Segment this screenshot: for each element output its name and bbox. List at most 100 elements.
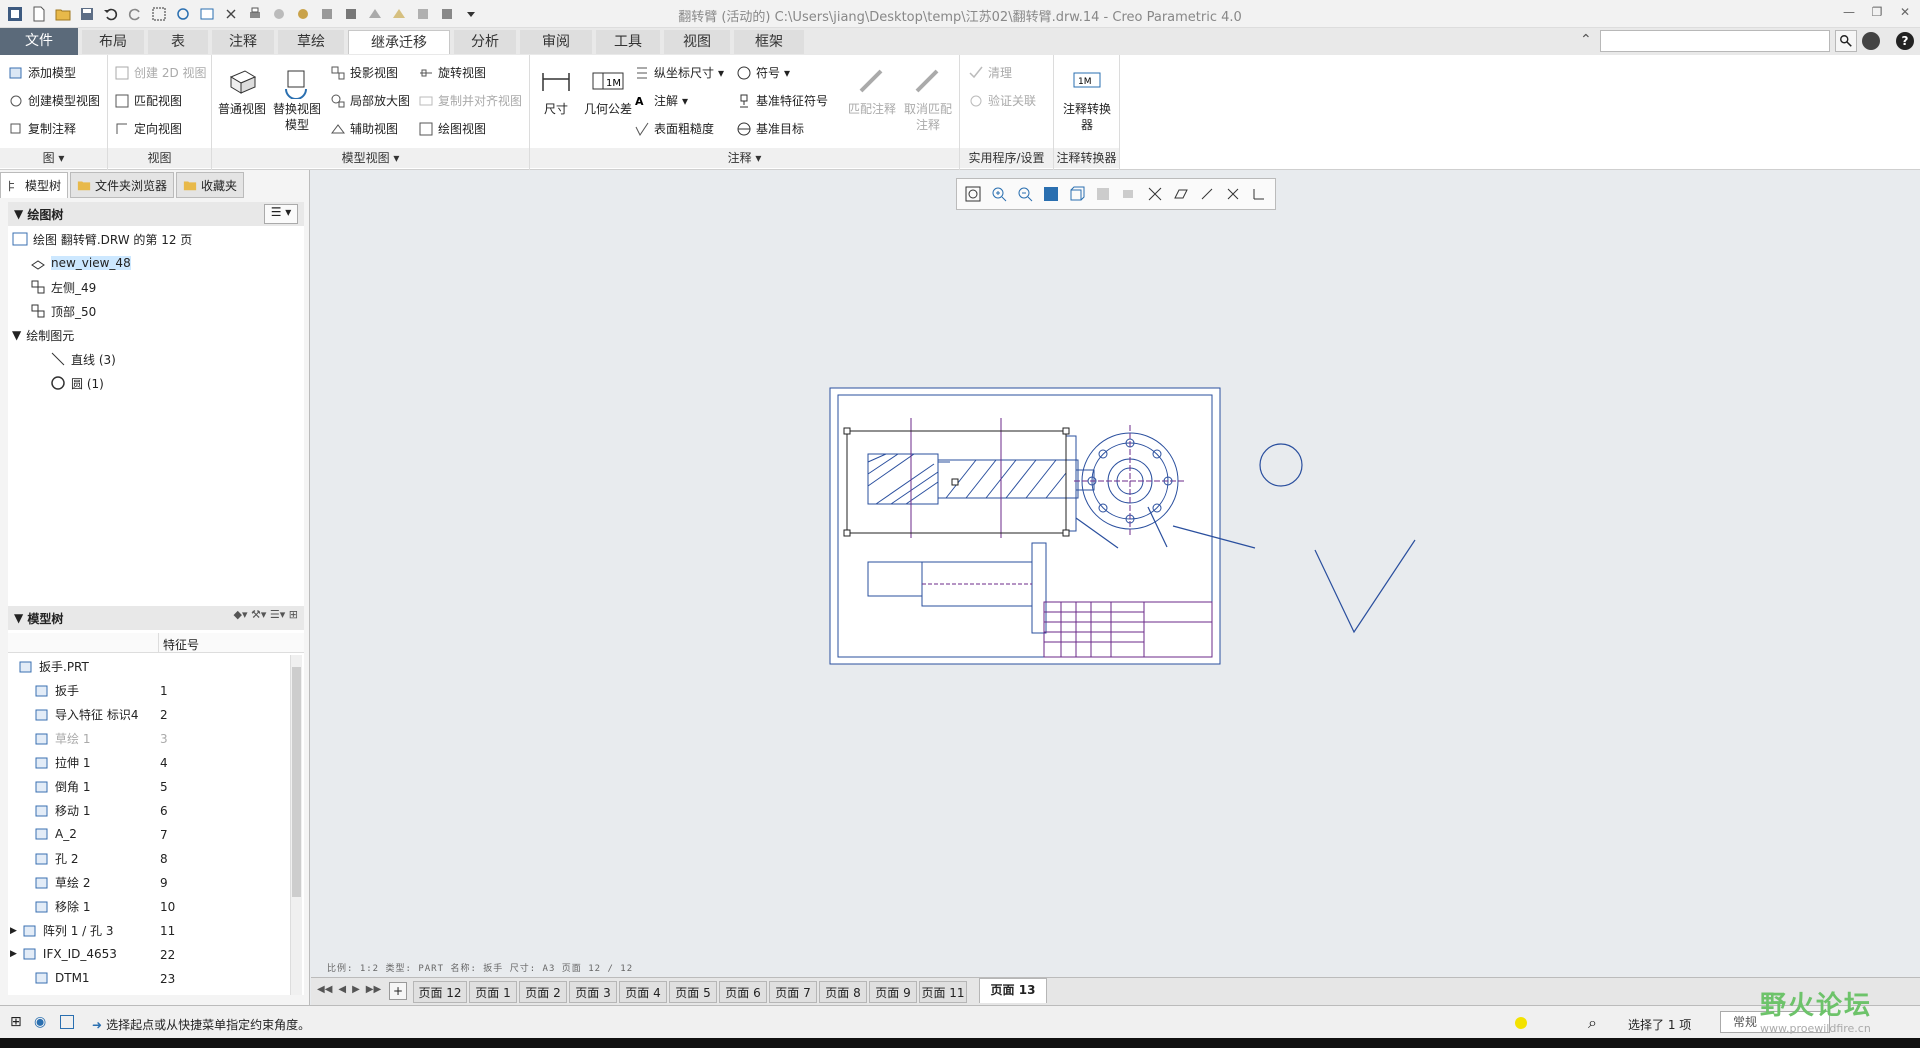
model-tree-row[interactable]: DTM1 23	[8, 967, 290, 991]
model-tree-row[interactable]: 扳手.PRT	[8, 655, 290, 679]
model-tree-row[interactable]: ▶ 阵列 1 / 孔 3 11	[8, 919, 290, 943]
copy-annotation-button[interactable]: 复制注释	[8, 120, 76, 137]
tab-analysis[interactable]: 分析	[454, 30, 516, 54]
tab-favorites[interactable]: 收藏夹	[176, 172, 245, 198]
tab-model-tree[interactable]: 模型树	[0, 172, 69, 198]
sheet-tab[interactable]: 页面 6	[719, 981, 767, 1003]
csys-display-icon[interactable]	[1247, 182, 1271, 206]
expand-icon[interactable]: ▶	[10, 949, 17, 959]
repaint-icon[interactable]	[1039, 182, 1063, 206]
model-tree-row[interactable]: 拉伸 1 4	[8, 751, 290, 775]
auxiliary-view-button[interactable]: 辅助视图	[330, 120, 398, 137]
model-tree-row[interactable]: 移除 1 10	[8, 895, 290, 919]
model-tree-row[interactable]: ▶ IFX_ID_4653 22	[8, 943, 290, 967]
copy-align-view-button[interactable]: 复制并对齐视图	[418, 92, 522, 109]
zoom-in-icon[interactable]	[987, 182, 1011, 206]
cleanup-button[interactable]: 清理	[968, 64, 1012, 81]
sheet-tab[interactable]: 页面 11	[919, 981, 967, 1003]
community-icon[interactable]	[1862, 32, 1880, 50]
model-tree-row[interactable]: 孔 2 8	[8, 847, 290, 871]
browser-toggle-icon[interactable]: ◉	[34, 1014, 46, 1030]
tab-view[interactable]: 视图	[664, 30, 730, 54]
tab-frame[interactable]: 框架	[734, 30, 804, 54]
expand-icon[interactable]: ▶	[10, 926, 17, 936]
minimize-icon[interactable]: —	[1838, 2, 1860, 22]
model-tree-row[interactable]: A_2 7	[8, 823, 290, 847]
add-sheet-button[interactable]: +	[389, 982, 407, 1000]
model-tree-row[interactable]: 导入特征 标识4 2	[8, 703, 290, 727]
model-tree-row[interactable]: 草绘 1 3	[8, 727, 290, 751]
point-display-icon[interactable]	[1221, 182, 1245, 206]
ordinate-dimension-button[interactable]: 纵坐标尺寸 ▾	[634, 64, 724, 81]
sheet-tab[interactable]: 页面 4	[619, 981, 667, 1003]
create-2d-view-button[interactable]: 创建 2D 视图	[114, 64, 207, 81]
close-icon[interactable]: ✕	[1894, 2, 1916, 22]
zoom-out-icon[interactable]	[1013, 182, 1037, 206]
refit-icon[interactable]	[961, 182, 985, 206]
tab-tools[interactable]: 工具	[596, 30, 660, 54]
collapse-model-tree-icon[interactable]: ▼	[14, 611, 23, 625]
tree-item-new-view-48[interactable]: new_view_48	[30, 252, 131, 274]
symbol-button[interactable]: 符号 ▾	[736, 64, 790, 81]
model-tree-row[interactable]: 扳手 1	[8, 679, 290, 703]
model-tree-scrollbar[interactable]	[290, 655, 302, 995]
sheet-tab[interactable]: 页面 12	[413, 981, 467, 1003]
display-style-icon[interactable]	[1065, 182, 1089, 206]
group-label-annotations[interactable]: 注释 ▾	[530, 148, 959, 168]
tab-review[interactable]: 审阅	[520, 30, 592, 54]
collapse-ribbon-icon[interactable]: ⌃	[1580, 32, 1592, 48]
surface-finish-button[interactable]: 表面粗糙度	[634, 120, 714, 137]
model-tree-row[interactable]: 草绘 2 9	[8, 871, 290, 895]
annotation-converter-button[interactable]: 1M 注释转换器	[1058, 65, 1116, 133]
sheet-tab[interactable]: 页面 7	[769, 981, 817, 1003]
tree-item-left-49[interactable]: 左侧_49	[30, 276, 96, 298]
graphics-canvas[interactable]: 比例: 1:2 类型: PART 名称: 扳手 尺寸: A3 页面 12 / 1…	[311, 170, 1920, 977]
plane-display-icon[interactable]	[1169, 182, 1193, 206]
group-label-drawing[interactable]: 图 ▾	[0, 148, 107, 168]
replace-view-model-button[interactable]: 替换视图 模型	[272, 65, 322, 133]
display-option-icon[interactable]	[1117, 182, 1141, 206]
navigator-toggle-icon[interactable]: ⊞	[10, 1014, 22, 1030]
note-button[interactable]: A 注解 ▾	[634, 92, 688, 109]
detailed-view-button[interactable]: 局部放大图	[330, 92, 410, 109]
sheet-tab[interactable]: 页面 13	[979, 978, 1047, 1003]
model-tree-tools-icon[interactable]: ◆▾ ⚒▾ ☰▾ ⊞	[234, 608, 298, 621]
tree-item-top-50[interactable]: 顶部_50	[30, 300, 96, 322]
model-tree-scroll-thumb[interactable]	[292, 667, 301, 897]
add-model-button[interactable]: 添加模型	[8, 64, 76, 81]
tab-annotate[interactable]: 注释	[212, 30, 274, 54]
tab-layout[interactable]: 布局	[82, 30, 144, 54]
tab-sketch[interactable]: 草绘	[278, 30, 344, 54]
unmatch-annotation-button[interactable]: 取消匹配 注释	[900, 65, 956, 133]
sheet-tab[interactable]: 页面 5	[669, 981, 717, 1003]
dimension-button[interactable]: 尺寸	[534, 65, 578, 117]
tab-file[interactable]: 文件	[0, 28, 78, 55]
match-view-button[interactable]: 匹配视图	[114, 92, 182, 109]
geometric-tolerance-button[interactable]: 1M 几何公差	[578, 65, 638, 117]
tab-legacy-migration[interactable]: 继承迁移	[348, 30, 450, 54]
sheet-setup-icon[interactable]	[1091, 182, 1115, 206]
model-tree-row[interactable]: 移动 1 6	[8, 799, 290, 823]
tree-item-draft-entities[interactable]: ▼ 绘制图元	[12, 324, 74, 346]
find-icon[interactable]: ⌕	[1588, 1013, 1597, 1033]
annotation-display-icon[interactable]	[1143, 182, 1167, 206]
first-sheet-icon[interactable]: ◀◀	[317, 984, 332, 995]
search-icon[interactable]	[1835, 30, 1857, 52]
verify-association-button[interactable]: 验证关联	[968, 92, 1036, 109]
projection-view-button[interactable]: 投影视图	[330, 64, 398, 81]
tree-settings-icon[interactable]: ☰ ▾	[264, 204, 298, 224]
group-label-model-views[interactable]: 模型视图 ▾	[212, 148, 529, 168]
match-annotation-button[interactable]: 匹配注释	[844, 65, 900, 117]
revolved-view-button[interactable]: 旋转视图	[418, 64, 486, 81]
help-icon[interactable]: ?	[1896, 32, 1914, 50]
next-sheet-icon[interactable]: ▶	[352, 984, 360, 995]
collapse-drawing-tree-icon[interactable]: ▼	[14, 207, 23, 221]
create-model-view-button[interactable]: 创建模型视图	[8, 92, 100, 109]
drawing-view-button[interactable]: 绘图视图	[418, 120, 486, 137]
tab-folder-browser[interactable]: 文件夹浏览器	[70, 172, 175, 198]
tree-item-drawing-sheet[interactable]: 绘图 翻转臂.DRW 的第 12 页	[12, 228, 192, 250]
datum-target-button[interactable]: 基准目标	[736, 120, 804, 137]
restore-icon[interactable]: ❐	[1866, 2, 1888, 22]
orient-view-button[interactable]: 定向视图	[114, 120, 182, 137]
tab-table[interactable]: 表	[148, 30, 208, 54]
